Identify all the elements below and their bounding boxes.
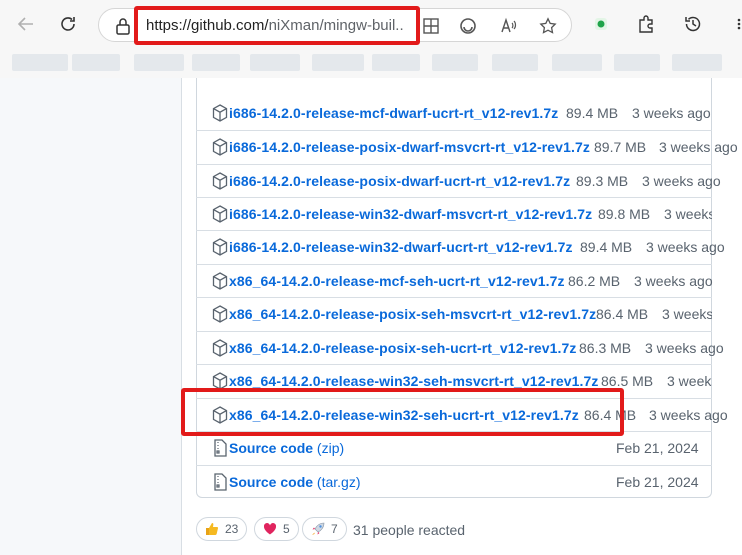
package-icon [212,339,228,357]
asset-link[interactable]: i686-14.2.0-release-posix-dwarf-msvcrt-r… [229,139,590,155]
asset-size: 86.2 MB [568,273,621,289]
source-label: Source code [229,474,314,490]
asset-row[interactable]: i686-14.2.0-release-mcf-dwarf-ucrt-rt_v1… [196,97,712,130]
source-row[interactable]: Source code (tar.gz) Feb 21, 2024 [196,465,712,498]
reaction-thumbs-up-button[interactable]: 23 [196,517,248,541]
asset-row[interactable]: i686-14.2.0-release-win32-dwarf-msvcrt-r… [196,197,712,230]
history-icon[interactable] [681,12,705,36]
source-label: Source code [229,440,314,456]
asset-size: 86.5 MB [601,373,654,389]
asset-date: 3 weeks ago [662,306,712,322]
heart-icon [263,522,277,536]
asset-size: 86.4 MB [596,306,649,322]
url-highlight-box [134,6,420,45]
bookmark-item[interactable] [12,54,68,71]
asset-row[interactable]: x86_64-14.2.0-release-posix-seh-ucrt-rt_… [196,331,724,364]
reaction-heart-button[interactable]: 5 [254,517,299,541]
browser-toolbar: https://github.com/niXman/mingw-buil... [0,0,742,48]
edge-sync-icon[interactable] [458,16,478,36]
source-date: Feb 21, 2024 [616,440,699,456]
bookmark-item[interactable] [614,54,660,71]
asset-link[interactable]: x86_64-14.2.0-release-win32-seh-msvcrt-r… [229,373,599,389]
bookmarks-bar [0,48,742,78]
reaction-rocket-button[interactable]: 7 [302,517,347,541]
asset-size: 89.7 MB [594,139,647,155]
asset-date: 3 weeks ago [667,373,712,389]
asset-row[interactable]: i686-14.2.0-release-posix-dwarf-msvcrt-r… [196,130,738,163]
source-link[interactable]: Source code (zip) [229,440,344,456]
asset-link[interactable]: i686-14.2.0-release-posix-dwarf-ucrt-rt_… [229,173,570,189]
package-icon [212,138,228,156]
reaction-count: 7 [331,522,338,536]
asset-row[interactable]: x86_64-14.2.0-release-mcf-seh-ucrt-rt_v1… [196,264,713,297]
favorite-star-icon[interactable] [538,16,558,36]
refresh-icon[interactable] [56,12,80,36]
asset-link[interactable]: x86_64-14.2.0-release-posix-seh-msvcrt-r… [229,306,596,322]
asset-date: 3 weeks ago [645,340,724,356]
asset-date: 3 weeks ago [664,206,712,222]
bookmark-item[interactable] [432,54,478,71]
asset-size: 89.3 MB [576,173,629,189]
asset-date: 3 weeks ago [642,173,721,189]
lock-icon[interactable] [115,17,131,35]
asset-link[interactable]: x86_64-14.2.0-release-posix-seh-ucrt-rt_… [229,340,577,356]
asset-size: 89.4 MB [566,105,619,121]
back-arrow-icon[interactable] [14,12,38,36]
zip-file-icon [212,473,228,491]
asset-date: 3 weeks ago [634,273,713,289]
asset-date: 3 weeks ago [649,407,728,423]
bookmark-item[interactable] [492,54,538,71]
package-icon [212,238,228,256]
bookmark-item[interactable] [192,54,240,71]
reactions-summary: 31 people reacted [353,522,466,538]
package-icon [212,205,228,223]
asset-size: 86.3 MB [579,340,632,356]
asset-date: 3 weeks ago [632,105,711,121]
package-icon [212,272,228,290]
reaction-count: 5 [283,522,290,536]
bookmark-item[interactable] [134,54,184,71]
asset-row[interactable]: i686-14.2.0-release-posix-dwarf-ucrt-rt_… [196,164,721,197]
bookmark-item[interactable] [672,54,722,71]
extension-green-icon[interactable] [589,12,613,36]
bookmark-item[interactable] [372,54,420,71]
bookmark-item[interactable] [552,54,602,71]
asset-link[interactable]: x86_64-14.2.0-release-mcf-seh-ucrt-rt_v1… [229,273,565,289]
reaction-count: 23 [225,522,239,536]
more-icon[interactable] [724,12,742,36]
source-format: (zip) [316,440,345,456]
asset-row[interactable]: x86_64-14.2.0-release-posix-seh-msvcrt-r… [196,297,712,330]
source-date: Feb 21, 2024 [616,474,699,490]
asset-link[interactable]: i686-14.2.0-release-mcf-dwarf-ucrt-rt_v1… [229,105,558,121]
zip-file-icon [212,439,228,457]
release-sidebar [0,78,182,555]
extensions-puzzle-icon[interactable] [634,12,658,36]
bookmark-item[interactable] [72,54,120,71]
asset-size: 89.4 MB [580,239,633,255]
asset-highlight-box [181,388,624,436]
bookmark-item[interactable] [312,54,364,71]
asset-size: 89.8 MB [598,206,651,222]
thumbs-up-icon [205,522,219,536]
asset-row[interactable]: i686-14.2.0-release-win32-dwarf-ucrt-rt_… [196,230,725,263]
read-aloud-icon[interactable] [498,16,518,36]
package-icon [212,104,228,122]
asset-date: 3 weeks ago [646,239,725,255]
split-screen-icon[interactable] [421,16,441,36]
package-icon [212,172,228,190]
bookmark-item[interactable] [250,54,300,71]
source-link[interactable]: Source code (tar.gz) [229,474,361,490]
rocket-icon [311,522,325,536]
source-format: (tar.gz) [316,474,361,490]
package-icon [212,305,228,323]
asset-link[interactable]: i686-14.2.0-release-win32-dwarf-ucrt-rt_… [229,239,573,255]
asset-link[interactable]: i686-14.2.0-release-win32-dwarf-msvcrt-r… [229,206,592,222]
asset-date: 3 weeks ago [659,139,738,155]
